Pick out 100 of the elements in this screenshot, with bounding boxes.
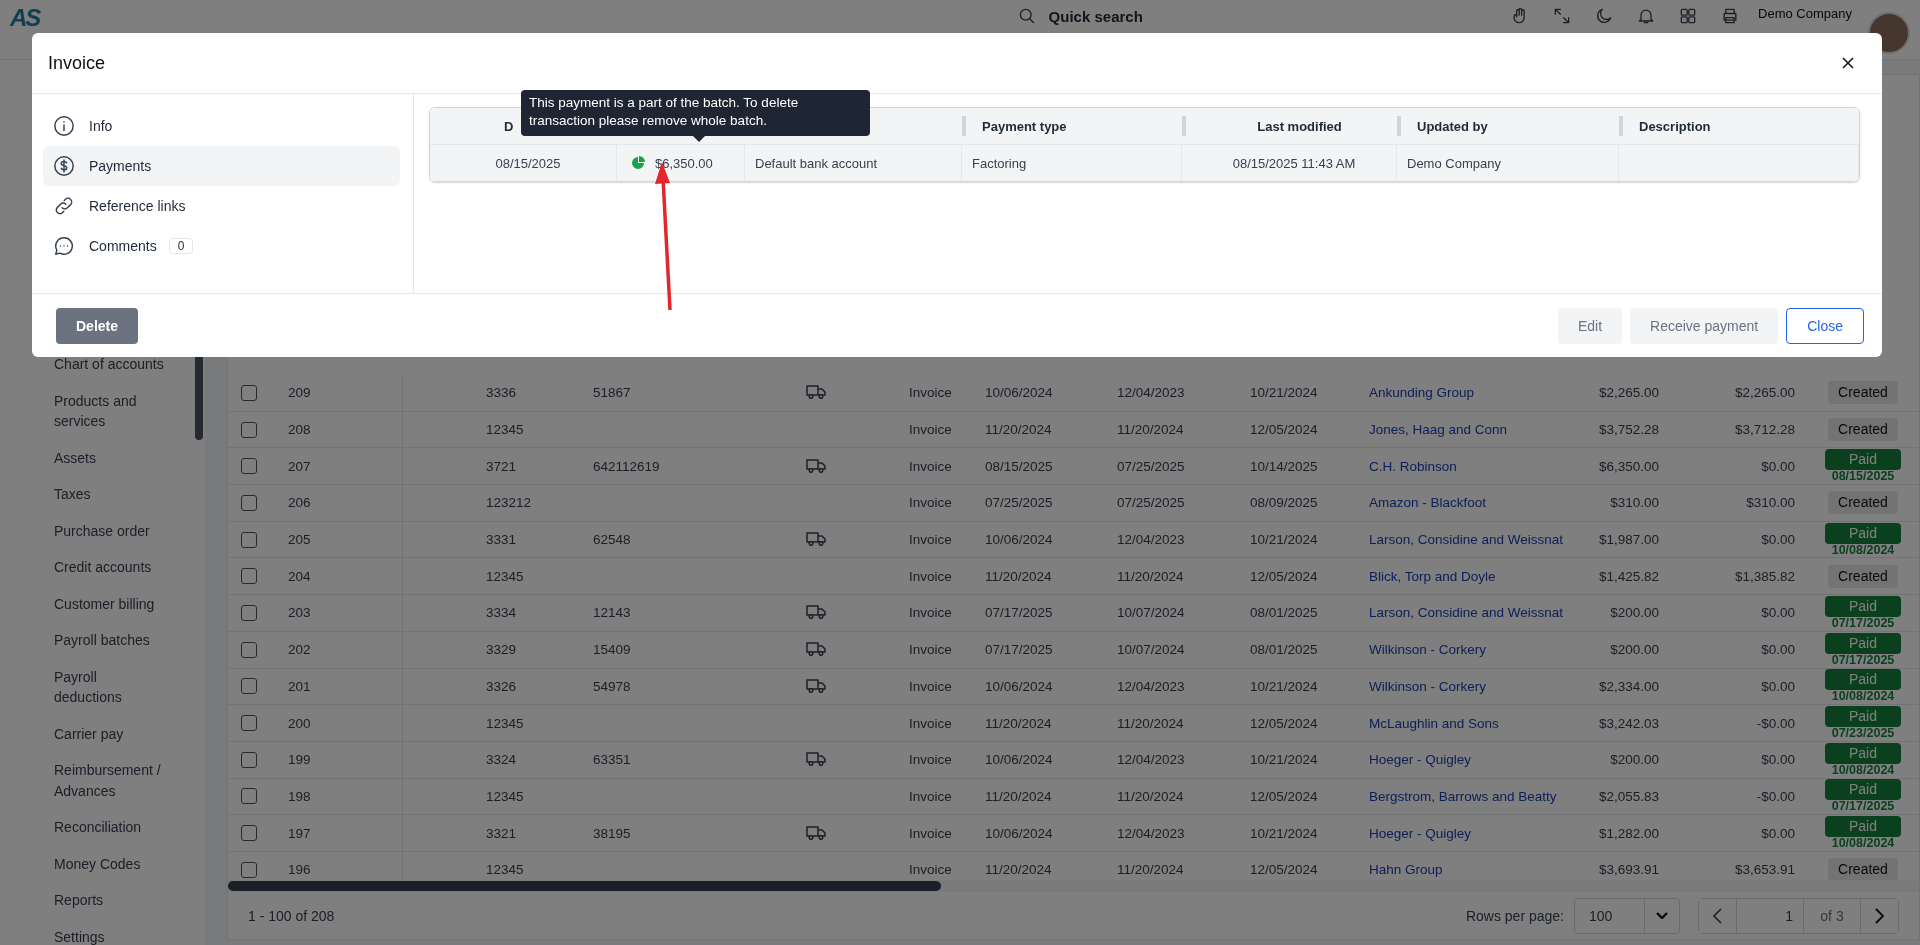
table-cell-text: 10/14/2025	[1249, 458, 1319, 474]
table-cell-text: Invoice	[908, 605, 953, 621]
dialog-nav-item[interactable]: Reference links	[43, 186, 400, 226]
checkbox[interactable]	[241, 641, 257, 658]
table-cell-text: 3334	[485, 605, 518, 621]
customer-link[interactable]: Wilkinson - Corkery	[1369, 678, 1487, 694]
tooltip: This payment is a part of the batch. To delete transaction please remove whole batch.	[521, 90, 870, 136]
table-cell: Demo Company	[1397, 145, 1619, 181]
customer-link[interactable]: Hoeger - Quigley	[1369, 825, 1472, 841]
sidebar-item[interactable]: Assets	[0, 439, 184, 476]
table-cell-text: -$0.00	[1755, 715, 1796, 731]
sidebar-item[interactable]: Reports	[0, 882, 184, 919]
customer-link[interactable]: Larson, Considine and Weissnat	[1369, 605, 1564, 621]
table-cell-text: 12345	[485, 862, 525, 878]
table-cell-text: 11/20/2024	[984, 715, 1053, 731]
customer-link[interactable]: Ankunding Group	[1369, 385, 1475, 401]
table-cell-text: 11/20/2024	[1116, 715, 1185, 731]
dollar-icon	[53, 155, 75, 177]
sidebar-item[interactable]: Money Codes	[0, 845, 184, 882]
table-cell-text: Invoice	[908, 422, 953, 438]
customer-link[interactable]: C.H. Robinson	[1369, 458, 1457, 474]
dialog-nav-item[interactable]: Payments	[43, 146, 400, 186]
checkbox[interactable]	[241, 568, 257, 585]
table-cell-text: Invoice	[908, 715, 953, 731]
checkbox[interactable]	[241, 715, 257, 732]
status-badge: Paid	[1825, 816, 1901, 838]
company-name[interactable]: Demo Company	[1758, 6, 1852, 21]
action-button[interactable]: Delete	[56, 307, 138, 344]
sidebar-item[interactable]: Customer billing	[0, 585, 184, 622]
sidebar-item[interactable]: Payroll batches	[0, 622, 184, 659]
dialog-nav-item[interactable]: Comments 0	[43, 226, 400, 266]
sidebar-item[interactable]: Payroll deductions	[0, 658, 184, 716]
sidebar-item[interactable]: Reconciliation	[0, 809, 184, 846]
close-button[interactable]: Close	[1786, 307, 1864, 344]
table-cell-text: 12/05/2024	[1249, 422, 1319, 438]
page-field[interactable]: 1	[1736, 898, 1804, 933]
customer-link[interactable]: Jones, Haag and Conn	[1369, 422, 1508, 438]
checkbox[interactable]	[241, 458, 257, 475]
checkbox[interactable]	[241, 384, 257, 401]
table-cell: 198	[274, 778, 403, 815]
checkbox[interactable]	[241, 421, 257, 438]
truck-icon[interactable]	[806, 530, 826, 547]
table-cell: 08/15/2025	[430, 145, 617, 181]
sidebar-item[interactable]: Credit accounts	[0, 549, 184, 586]
sidebar-item[interactable]: Reimbursement / Advances	[0, 752, 184, 809]
table-cell-text: $200.00	[1609, 605, 1660, 621]
truck-icon[interactable]	[806, 750, 826, 767]
dialog-nav-item[interactable]: Info	[43, 106, 400, 146]
customer-link[interactable]: Blick, Torp and Doyle	[1369, 568, 1496, 584]
customer-link[interactable]: Hoeger - Quigley	[1369, 752, 1472, 768]
checkbox[interactable]	[241, 678, 257, 695]
column-header[interactable]: Payment type	[972, 108, 1182, 144]
rows-per-page-select[interactable]: 100	[1574, 897, 1680, 934]
checkbox[interactable]	[241, 751, 257, 768]
column-header[interactable]: Last modified	[1192, 108, 1397, 144]
customer-link[interactable]: Hahn Group	[1369, 862, 1443, 878]
truck-icon[interactable]	[806, 603, 826, 620]
status-badge: Paid	[1825, 632, 1901, 654]
sidebar-item[interactable]: Taxes	[0, 476, 184, 513]
chevron-right-icon	[1875, 907, 1884, 924]
table-cell-text: Invoice	[908, 568, 953, 584]
tooltip-pointer	[693, 136, 705, 142]
scrollbar[interactable]	[228, 881, 941, 891]
sidebar-item[interactable]: Carrier pay	[0, 715, 184, 752]
checkbox[interactable]	[241, 604, 257, 621]
truck-icon[interactable]	[806, 456, 826, 473]
search-field[interactable]: Quick search	[649, 6, 1511, 26]
info-icon	[53, 115, 75, 137]
table-cell-text: 10/06/2024	[984, 532, 1054, 548]
checkbox[interactable]	[241, 531, 257, 548]
checkbox[interactable]	[241, 494, 257, 511]
customer-link[interactable]: Amazon - Blackfoot	[1369, 495, 1487, 511]
customer-link[interactable]: Wilkinson - Corkery	[1369, 642, 1487, 658]
truck-icon[interactable]	[806, 676, 826, 693]
table-cell-text: 08/09/2025	[1249, 495, 1319, 511]
table-cell-text: 07/17/2025	[984, 642, 1054, 658]
checkbox[interactable]	[241, 788, 257, 805]
table-cell-text: 11/20/2024	[1116, 788, 1185, 804]
table-cell-text: 3329	[485, 642, 518, 658]
column-header[interactable]: Updated by	[1407, 108, 1619, 144]
customer-link[interactable]: Larson, Considine and Weissnat	[1369, 532, 1564, 548]
truck-icon[interactable]	[806, 383, 826, 400]
truck-icon[interactable]	[806, 640, 826, 657]
checkbox[interactable]	[241, 825, 257, 842]
column-header[interactable]: Description	[1629, 108, 1859, 144]
table-cell: 199	[274, 741, 403, 778]
table-cell-text: $6,350.00	[1597, 458, 1660, 474]
truck-icon[interactable]	[806, 823, 826, 840]
table-cell-text: $1,987.00	[1597, 532, 1660, 548]
table-cell-text: 12143	[592, 605, 632, 621]
customer-link[interactable]: Bergstrom, Barrows and Beatty	[1369, 788, 1557, 804]
sidebar-item[interactable]: Settings	[0, 918, 184, 945]
table-cell-text: $1,282.00	[1597, 825, 1660, 841]
table-cell-text: $0.00	[1760, 752, 1796, 768]
sidebar-item[interactable]: Purchase order	[0, 512, 184, 549]
customer-link[interactable]: McLaughlin and Sons	[1369, 715, 1499, 731]
table-cell-text: $0.00	[1760, 642, 1796, 658]
table-cell-text: 51867	[592, 385, 632, 401]
sidebar-item[interactable]: Products and services	[0, 382, 184, 440]
checkbox[interactable]	[241, 861, 257, 878]
